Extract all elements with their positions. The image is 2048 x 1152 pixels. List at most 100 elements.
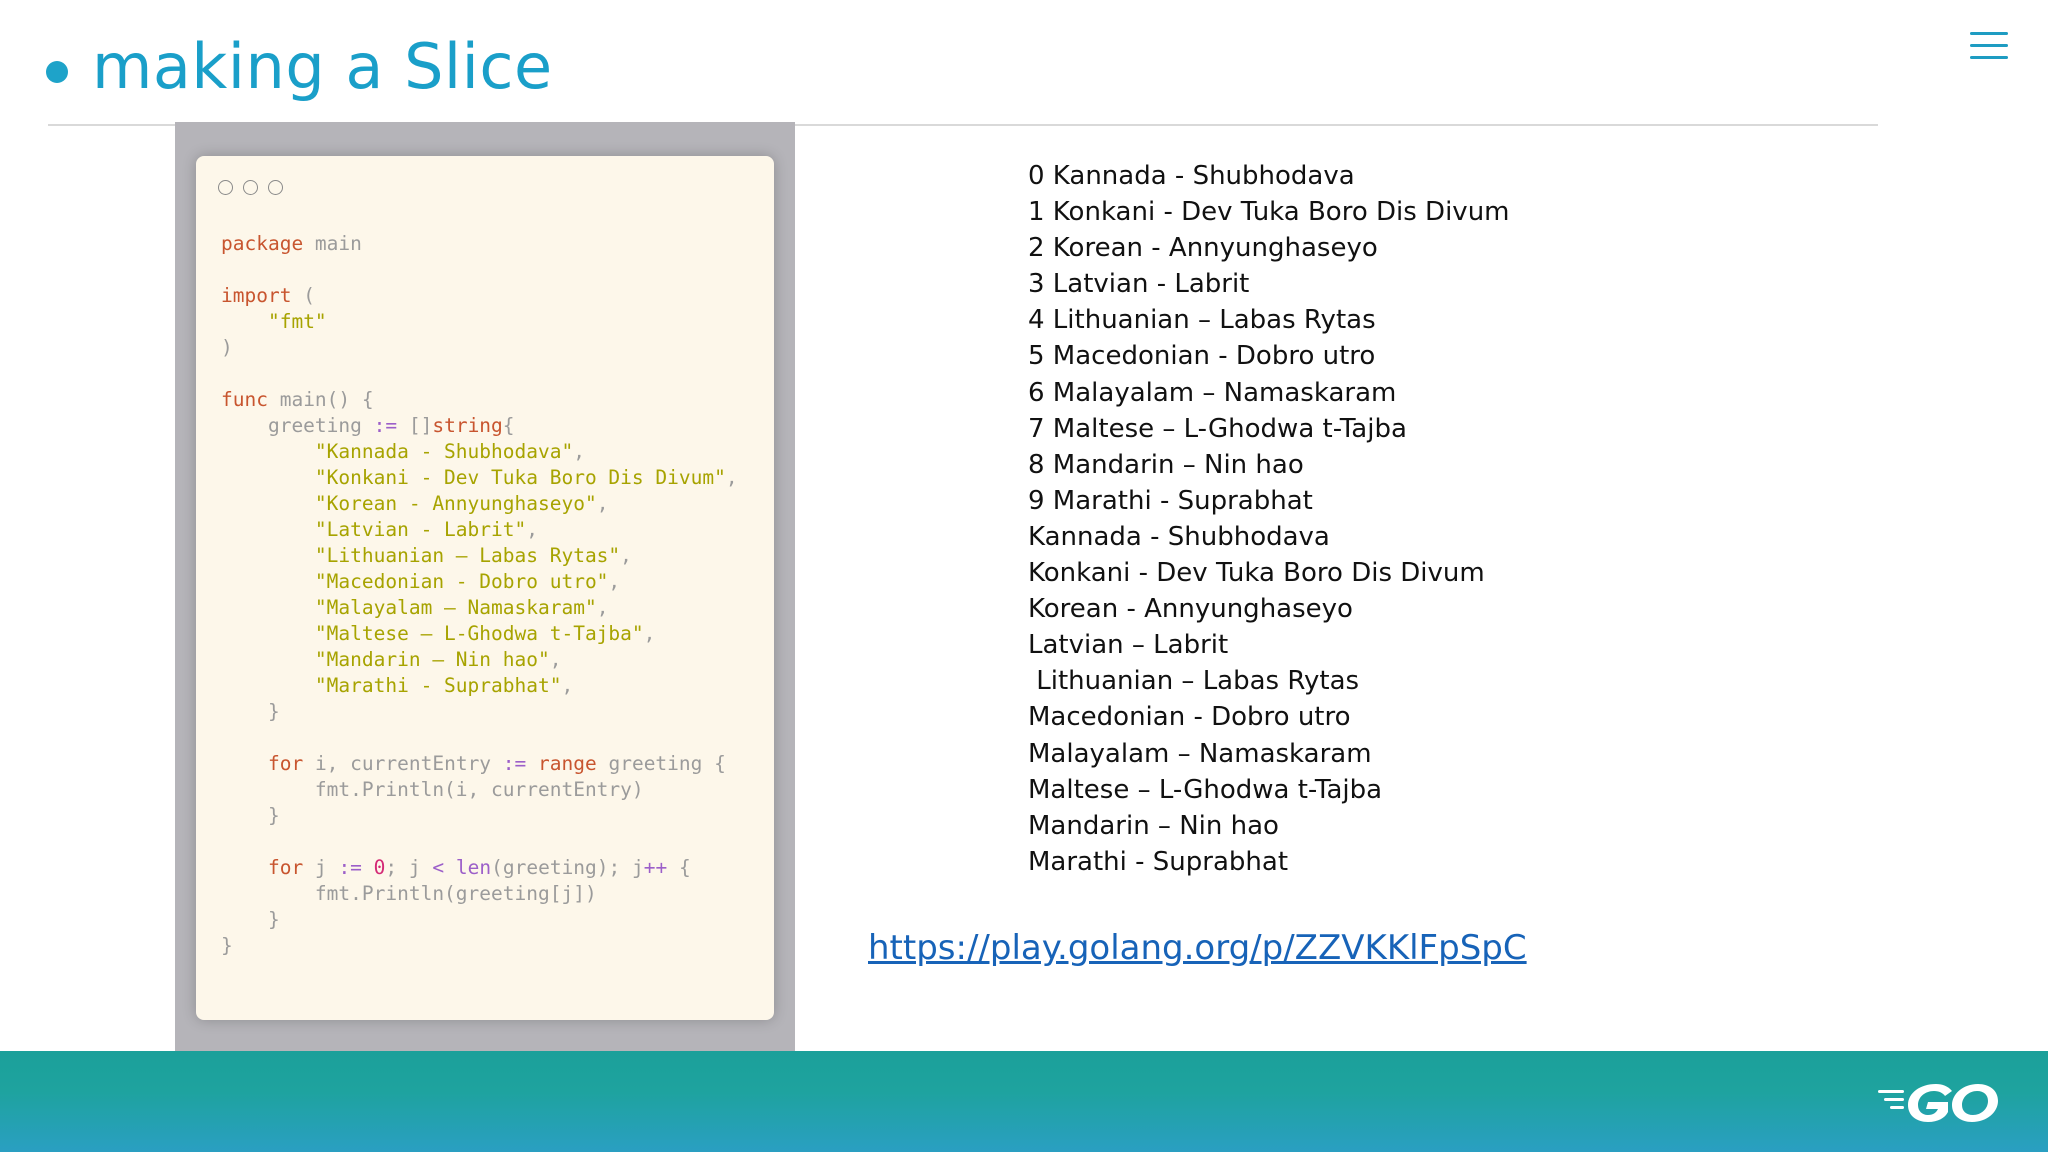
code-line: "Maltese – L-Ghodwa t-Tajba",: [221, 621, 738, 647]
code-token: string: [432, 414, 503, 437]
code-line: }: [221, 907, 738, 933]
code-token: "Marathi - Suprabhat": [314, 674, 562, 697]
output-line: 4 Lithuanian – Labas Rytas: [1028, 305, 1376, 336]
output-line: Maltese – L-Ghodwa t-Tajba: [1028, 774, 1383, 805]
code-line: greeting := []string{: [221, 413, 738, 439]
code-line: "Macedonian - Dobro utro",: [221, 569, 738, 595]
go-playground-link[interactable]: https://play.golang.org/p/ZZVKKlFpSpC: [868, 928, 1527, 968]
hamburger-menu-icon[interactable]: [1970, 32, 2008, 62]
code-token: j: [303, 856, 339, 879]
code-token: ; j: [385, 856, 433, 879]
code-token: ++: [643, 856, 668, 879]
code-line: }: [221, 803, 738, 829]
code-line: fmt.Println(greeting[j]): [221, 881, 738, 907]
code-token: }: [221, 934, 233, 957]
code-line: "Kannada - Shubhodava",: [221, 439, 738, 465]
code-token: i, currentEntry: [303, 752, 503, 775]
code-token: "Konkani - Dev Tuka Boro Dis Divum": [314, 466, 726, 489]
output-line: Konkani - Dev Tuka Boro Dis Divum: [1028, 558, 1485, 589]
code-line: "Malayalam – Namaskaram",: [221, 595, 738, 621]
code-token: (greeting); j: [491, 856, 644, 879]
code-token: {: [502, 414, 515, 437]
output-line: Korean - Annyunghaseyo: [1028, 594, 1353, 625]
output-line: 3 Latvian - Labrit: [1028, 269, 1250, 300]
code-token: "Latvian - Labrit": [314, 518, 527, 541]
code-token: :=: [373, 414, 398, 437]
code-line: "Mandarin – Nin hao",: [221, 647, 738, 673]
code-line: "Lithuanian – Labas Rytas",: [221, 543, 738, 569]
code-token: ,: [620, 544, 632, 567]
code-token: ,: [596, 596, 609, 619]
code-token: greeting: [221, 414, 374, 437]
code-token: greeting {: [596, 752, 726, 775]
code-token: fmt.Println(i, currentEntry): [221, 778, 644, 801]
code-token: "Lithuanian – Labas Rytas": [314, 544, 621, 567]
code-token: }: [221, 908, 280, 931]
code-token: for: [267, 752, 304, 775]
code-token: "Kannada - Shubhodava": [314, 440, 574, 463]
window-dot-icon: [243, 180, 258, 195]
output-line: Latvian – Labrit: [1028, 630, 1229, 661]
code-token: :=: [338, 856, 362, 879]
code-line: "Latvian - Labrit",: [221, 517, 738, 543]
go-logo: [1878, 1084, 1998, 1122]
output-line: Lithuanian – Labas Rytas: [1028, 666, 1360, 697]
code-line: for j := 0; j < len(greeting); j++ {: [221, 855, 738, 881]
code-token: 0: [373, 856, 386, 879]
code-line: }: [221, 933, 738, 959]
slide-title: making a Slice: [92, 29, 553, 103]
code-token: ): [221, 336, 233, 359]
window-dot-icon: [218, 180, 233, 195]
output-line: Marathi - Suprabhat: [1028, 846, 1289, 877]
code-token: range: [538, 752, 597, 775]
code-token: ,: [561, 674, 574, 697]
code-token: ,: [608, 570, 621, 593]
output-line: 7 Maltese – L-Ghodwa t-Tajba: [1028, 413, 1407, 444]
output-line: 1 Konkani - Dev Tuka Boro Dis Divum: [1028, 197, 1510, 228]
program-output: 0 Kannada - Shubhodava 1 Konkani - Dev Tu…: [1028, 158, 1510, 880]
code-token: ,: [596, 492, 609, 515]
code-token: "fmt": [267, 310, 327, 333]
output-line: 9 Marathi - Suprabhat: [1028, 485, 1313, 516]
output-line: 5 Macedonian - Dobro utro: [1028, 341, 1376, 372]
code-token: "Mandarin – Nin hao": [314, 648, 550, 671]
code-token: "Malayalam – Namaskaram": [314, 596, 597, 619]
code-token: ,: [573, 440, 585, 463]
code-token: main: [303, 232, 362, 255]
output-line: Malayalam – Namaskaram: [1028, 738, 1372, 769]
code-token: "Maltese – L-Ghodwa t-Tajba": [314, 622, 644, 645]
code-token: (: [291, 284, 315, 307]
code-token: ,: [725, 466, 738, 489]
output-line: 6 Malayalam – Namaskaram: [1028, 377, 1397, 408]
code-token: main() {: [267, 388, 374, 411]
output-line: 0 Kannada - Shubhodava: [1028, 161, 1355, 191]
code-token: func: [221, 388, 268, 411]
output-line: Mandarin – Nin hao: [1028, 810, 1279, 841]
title-bullet-icon: [46, 61, 68, 83]
go-source-code: package main import ( "fmt") func main() {…: [221, 231, 738, 959]
code-line: "fmt": [221, 309, 738, 335]
output-line: 8 Mandarin – Nin hao: [1028, 449, 1304, 480]
slide-title-row: making a Slice: [46, 26, 553, 106]
code-token: }: [221, 700, 280, 723]
code-token: len: [455, 856, 492, 879]
output-line: Kannada - Shubhodava: [1028, 521, 1330, 552]
footer-band: [0, 1051, 2048, 1152]
code-token: fmt.Println(greeting[j]): [221, 882, 597, 905]
code-line: import (: [221, 283, 738, 309]
